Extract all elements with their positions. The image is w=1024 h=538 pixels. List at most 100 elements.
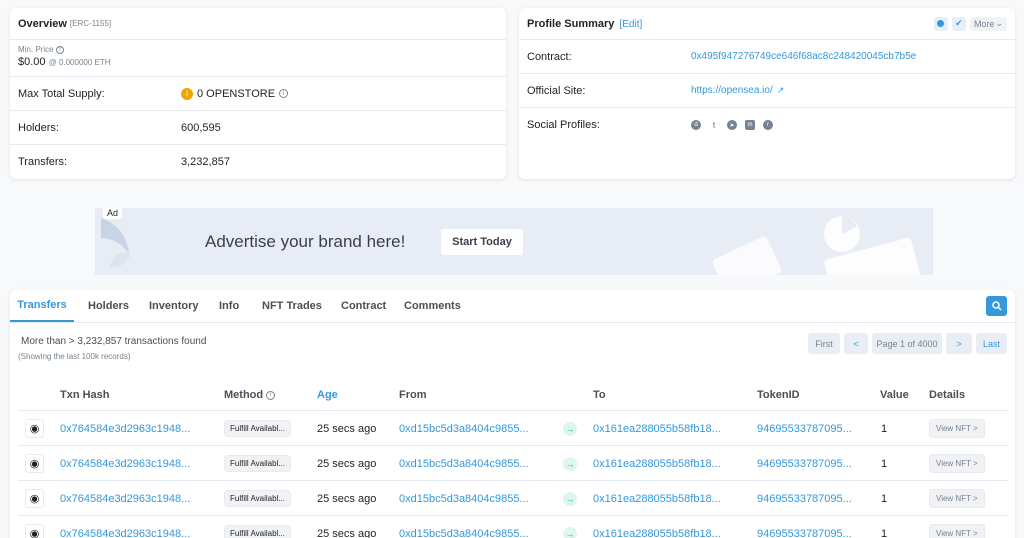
info-badge-icon[interactable] (933, 16, 948, 31)
from-link[interactable]: 0xd15bc5d3a8404c9855... (399, 516, 529, 538)
token-standard: [ERC-1155] (69, 19, 112, 28)
age-cell: 25 secs ago (317, 457, 377, 470)
view-nft-button[interactable]: View NFT > (929, 489, 985, 508)
eye-icon[interactable]: ◉ (25, 454, 44, 473)
ad-logo-icon (101, 218, 131, 268)
ad-illustration (712, 216, 920, 275)
overview-header: Overview [ERC-1155] (10, 8, 506, 40)
token-id-link[interactable]: 94695533787095... (757, 411, 852, 446)
transfers-value: 3,232,857 (181, 156, 230, 168)
from-link[interactable]: 0xd15bc5d3a8404c9855... (399, 446, 529, 481)
ad-banner[interactable]: Ad Advertise your brand here! Start Toda… (95, 208, 933, 275)
view-nft-button[interactable]: View NFT > (929, 524, 985, 538)
page-next-button[interactable]: > (946, 333, 972, 354)
page-last-button[interactable]: Last (976, 333, 1007, 354)
results-summary: More than > 3,232,857 transactions found (21, 336, 207, 347)
method-badge: Fulfill Availabl... (224, 525, 291, 538)
to-link[interactable]: 0x161ea288055b58fb18... (593, 516, 721, 538)
profile-header: Profile Summary [Edit] ✔ More ⌄ (519, 8, 1015, 40)
from-link[interactable]: 0xd15bc5d3a8404c9855... (399, 411, 529, 446)
holders-row: Holders: 600,595 (10, 111, 506, 145)
col-age[interactable]: Age (317, 389, 338, 401)
table-row: ◉ 0x764584e3d2963c1948... Fulfill Availa… (18, 516, 1008, 538)
arrow-right-icon: → (563, 491, 577, 506)
results-note: (Showing the last 100k records) (18, 352, 131, 361)
contract-link[interactable]: 0x495f947276749ce646f68ac8c248420045cb7b… (691, 51, 916, 62)
tab-holders[interactable]: Holders (88, 290, 129, 322)
txn-hash-link[interactable]: 0x764584e3d2963c1948... (60, 481, 190, 516)
reddit-icon[interactable]: r (763, 120, 773, 130)
telegram-icon[interactable]: ➤ (727, 120, 737, 130)
info-icon[interactable]: i (279, 89, 289, 98)
arrow-right-icon: → (563, 421, 577, 436)
start-today-button[interactable]: Start Today (441, 229, 523, 255)
max-supply-row: Max Total Supply: i 0 OPENSTORE i (10, 77, 506, 111)
site-link[interactable]: https://opensea.io/ (691, 85, 773, 96)
from-link[interactable]: 0xd15bc5d3a8404c9855... (399, 481, 529, 516)
overview-title: Overview (18, 17, 67, 30)
twitter-icon[interactable]: t (709, 120, 719, 130)
site-label: Official Site: (527, 84, 586, 97)
token-id-link[interactable]: 94695533787095... (757, 516, 852, 538)
tab-inventory[interactable]: Inventory (149, 290, 199, 322)
eye-icon[interactable]: ◉ (25, 419, 44, 438)
age-cell: 25 secs ago (317, 527, 377, 538)
tab-info[interactable]: Info (219, 290, 239, 322)
contract-row: Contract: 0x495f947276749ce646f68ac8c248… (519, 40, 1015, 74)
col-method: Method i (224, 389, 276, 401)
search-icon (991, 301, 1002, 311)
tab-comments[interactable]: Comments (404, 290, 461, 322)
method-badge: Fulfill Availabl... (224, 420, 291, 437)
help-icon[interactable]: ? (55, 45, 64, 54)
social-row: Social Profiles: d t ➤ m r (519, 108, 1015, 142)
tab-transfers[interactable]: Transfers (10, 290, 74, 322)
profile-card: Profile Summary [Edit] ✔ More ⌄ Contract:… (519, 8, 1015, 179)
to-link[interactable]: 0x161ea288055b58fb18... (593, 411, 721, 446)
contract-label: Contract: (527, 50, 572, 63)
page-first-button[interactable]: First (808, 333, 840, 354)
age-cell: 25 secs ago (317, 422, 377, 435)
verified-icon[interactable]: ✔ (951, 16, 966, 31)
col-value: Value (880, 389, 909, 401)
txn-hash-link[interactable]: 0x764584e3d2963c1948... (60, 411, 190, 446)
token-id-link[interactable]: 94695533787095... (757, 481, 852, 516)
transfers-label: Transfers: (18, 156, 68, 168)
min-price-block: Min. Price ? $0.00 @ 0.000000 ETH (10, 40, 506, 77)
view-nft-button[interactable]: View NFT > (929, 419, 985, 438)
edit-link[interactable]: [Edit] (619, 19, 642, 30)
view-nft-button[interactable]: View NFT > (929, 454, 985, 473)
page-prev-button[interactable]: < (844, 333, 868, 354)
value-cell: 1 (881, 527, 888, 538)
table-row: ◉ 0x764584e3d2963c1948... Fulfill Availa… (18, 411, 1008, 446)
more-button[interactable]: More ⌄ (969, 16, 1007, 31)
table-row: ◉ 0x764584e3d2963c1948... Fulfill Availa… (18, 446, 1008, 481)
to-link[interactable]: 0x161ea288055b58fb18... (593, 446, 721, 481)
eye-icon[interactable]: ◉ (25, 524, 44, 538)
col-to: To (593, 389, 606, 401)
arrow-right-icon: → (563, 456, 577, 471)
eye-icon[interactable]: ◉ (25, 489, 44, 508)
site-row: Official Site: https://opensea.io/ ↗ (519, 74, 1015, 108)
search-button[interactable] (986, 296, 1007, 316)
coin-icon: i (181, 87, 193, 100)
txn-hash-link[interactable]: 0x764584e3d2963c1948... (60, 516, 190, 538)
to-link[interactable]: 0x161ea288055b58fb18... (593, 481, 721, 516)
external-link-icon[interactable]: ↗ (777, 85, 785, 96)
col-txn-hash: Txn Hash (60, 389, 110, 401)
max-supply-value: 0 OPENSTORE (197, 87, 276, 100)
method-badge: Fulfill Availabl... (224, 455, 291, 472)
discord-icon[interactable]: d (691, 120, 701, 130)
method-badge: Fulfill Availabl... (224, 490, 291, 507)
holders-label: Holders: (18, 121, 59, 134)
max-supply-label: Max Total Supply: (18, 87, 105, 100)
tab-nft-trades[interactable]: NFT Trades (262, 290, 322, 322)
chevron-down-icon: ⌄ (995, 18, 1003, 28)
medium-icon[interactable]: m (745, 120, 755, 130)
tab-contract[interactable]: Contract (341, 290, 386, 322)
token-id-link[interactable]: 94695533787095... (757, 446, 852, 481)
value-cell: 1 (881, 492, 888, 505)
info-icon[interactable]: i (266, 390, 276, 400)
page-indicator: Page 1 of 4000 (872, 333, 942, 354)
txn-hash-link[interactable]: 0x764584e3d2963c1948... (60, 446, 190, 481)
col-details: Details (929, 389, 966, 401)
